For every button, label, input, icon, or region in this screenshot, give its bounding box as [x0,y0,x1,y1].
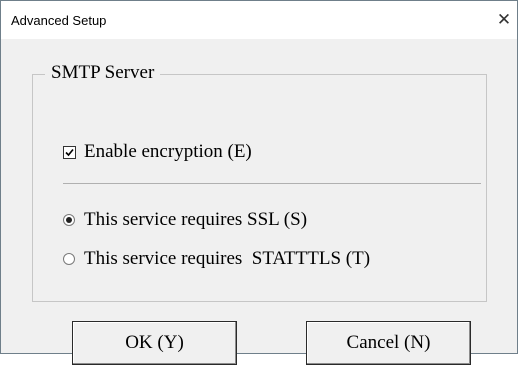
radio-ssl-label: This service requires SSL (S) [84,209,308,230]
radio-starttls-option[interactable]: This service requires STATTTLS (T) [63,248,370,270]
title-bar[interactable]: Advanced Setup ✕ [1,1,517,39]
checkbox-checked-icon[interactable] [63,145,76,159]
smtp-server-groupbox: SMTP Server Enable encryption (E) This s… [32,62,487,302]
group-divider [63,183,481,184]
groupbox-legend: SMTP Server [45,62,161,84]
advanced-setup-dialog: Advanced Setup ✕ SMTP Server Enable encr… [0,0,518,365]
enable-encryption-label: Enable encryption (E) [84,141,252,162]
radio-starttls-label: This service requires STATTTLS (T) [84,248,371,269]
ok-button[interactable]: OK (Y) [72,321,237,365]
cancel-button[interactable]: Cancel (N) [306,321,471,365]
dialog-client-area: SMTP Server Enable encryption (E) This s… [1,39,517,365]
close-icon[interactable]: ✕ [493,9,515,31]
radio-selected-icon[interactable] [63,214,75,226]
radio-ssl-option[interactable]: This service requires SSL (S) [63,209,307,231]
window-title: Advanced Setup [11,13,107,28]
enable-encryption-checkbox[interactable]: Enable encryption (E) [63,141,252,163]
radio-unselected-icon[interactable] [63,253,75,265]
